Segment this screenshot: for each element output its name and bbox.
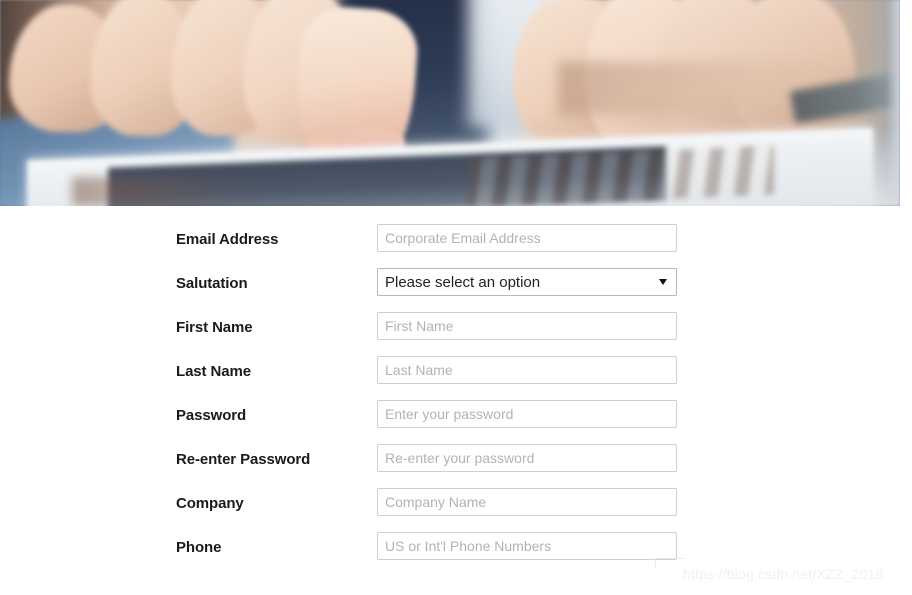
first-name-input[interactable] [377,312,677,340]
form-row-reenter-password: Re-enter Password [0,442,912,486]
form-row-password: Password [0,398,912,442]
last-name-input[interactable] [377,356,677,384]
hero-photo-layers [0,0,900,206]
form-row-company: Company [0,486,912,530]
field-wrap-first-name [377,312,677,340]
password-input[interactable] [377,400,677,428]
registration-form: Email Address Salutation Please select a… [0,206,912,574]
field-wrap-phone [377,532,677,560]
hero-banner-image [0,0,900,206]
form-row-first-name: First Name [0,310,912,354]
label-first-name: First Name [176,319,253,336]
email-address-input[interactable] [377,224,677,252]
label-salutation: Salutation [176,275,248,292]
label-phone: Phone [176,539,222,556]
phone-input[interactable] [377,532,677,560]
field-wrap-password [377,400,677,428]
form-row-salutation: Salutation Please select an option [0,266,912,310]
field-wrap-company [377,488,677,516]
reenter-password-input[interactable] [377,444,677,472]
salutation-select[interactable]: Please select an option [377,268,677,296]
field-wrap-salutation: Please select an option [377,268,677,296]
label-password: Password [176,407,247,424]
form-row-email-address: Email Address [0,222,912,266]
field-wrap-email-address [377,224,677,252]
field-wrap-last-name [377,356,677,384]
company-input[interactable] [377,488,677,516]
registration-page: Email Address Salutation Please select a… [0,0,912,595]
salutation-selected-value: Please select an option [385,273,541,291]
label-company: Company [176,495,244,512]
watermark-tick-artifact [655,558,684,567]
label-email-address: Email Address [176,231,279,248]
label-reenter-password: Re-enter Password [176,451,311,468]
chevron-down-icon [659,279,667,285]
watermark-text: https://blog.csdn.net/XZZ_2018 [683,566,884,582]
tablet-shadow [72,177,270,206]
label-last-name: Last Name [176,363,251,380]
field-wrap-reenter-password [377,444,677,472]
form-row-last-name: Last Name [0,354,912,398]
